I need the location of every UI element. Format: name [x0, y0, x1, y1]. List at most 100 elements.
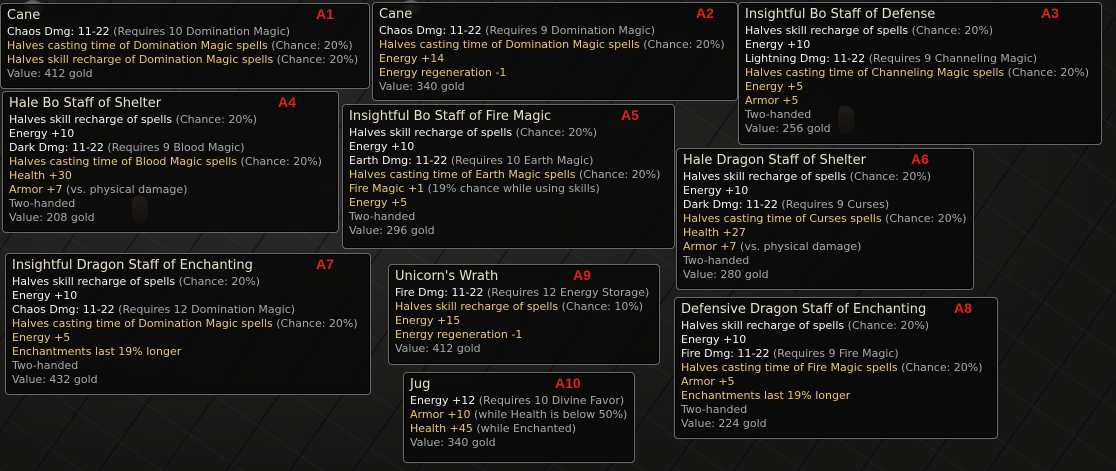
stat-text: Dark Dmg: 11-22 [683, 198, 778, 211]
stat-note: (Chance: 20%) [846, 170, 932, 183]
item-stat-line: Armor +5 [681, 375, 991, 389]
item-stat-line: Halves casting time of Blood Magic spell… [9, 155, 332, 169]
item-stat-line: Energy +5 [349, 196, 668, 210]
stat-text: Energy +14 [379, 52, 445, 65]
item-stat-line: Value: 256 gold [745, 122, 1095, 136]
stat-text: Chaos Dmg: 11-22 [12, 303, 115, 316]
stat-text: Halves skill recharge of spells [683, 170, 847, 183]
stat-note: (19% chance while using skills) [424, 182, 600, 195]
item-stat-line: Two-handed [349, 210, 668, 224]
stat-text: Armor +7 [9, 183, 63, 196]
stat-text: Energy +5 [745, 80, 804, 93]
stat-text: Halves casting time of Curses spells [683, 212, 882, 225]
stat-note: (vs. physical damage) [62, 183, 188, 196]
item-stat-line: Two-handed [12, 359, 364, 373]
item-stat-line: Chaos Dmg: 11-22 (Requires 9 Domination … [379, 24, 731, 38]
stat-text: Earth Dmg: 11-22 [349, 154, 448, 167]
stat-text: Energy +10 [9, 127, 75, 140]
item-stat-line: Two-handed [9, 197, 332, 211]
stat-text: Halves skill recharge of spells [12, 275, 176, 288]
item-label-tag: A8 [954, 300, 972, 316]
stat-text: Energy +12 [410, 394, 476, 407]
item-title: Cane [7, 8, 41, 23]
stat-text: Energy regeneration -1 [395, 328, 523, 341]
item-stat-line: Energy +10 [745, 38, 1095, 52]
stat-text: Energy +10 [745, 38, 811, 51]
stat-text: Halves skill recharge of spells [349, 126, 513, 139]
stat-text: Halves casting time of Domination Magic … [379, 38, 640, 51]
stat-text: Armor +10 [410, 408, 471, 421]
stat-text: Fire Magic +1 [349, 182, 425, 195]
stat-text: Two-handed [9, 197, 76, 210]
stat-text: Armor +5 [681, 375, 735, 388]
stat-text: Value: 412 gold [7, 67, 93, 80]
item-stat-line: Energy +14 [379, 52, 731, 66]
item-stat-line: Halves skill recharge of spells (Chance:… [12, 275, 364, 289]
stat-text: Halves casting time of Domination Magic … [7, 39, 268, 52]
stat-text: Enchantments last 19% longer [12, 345, 182, 358]
item-stat-line: Chaos Dmg: 11-22 (Requires 12 Domination… [12, 303, 364, 317]
item-stat-line: Value: 412 gold [395, 342, 653, 356]
stat-text: Energy +15 [395, 314, 461, 327]
item-stat-line: Value: 340 gold [379, 80, 731, 94]
stat-note: (Requires 10 Divine Favor) [475, 394, 625, 407]
item-stat-line: Halves skill recharge of spells (Chance:… [395, 300, 653, 314]
stat-note: (vs. physical damage) [736, 240, 862, 253]
stat-text: Halves skill recharge of Domination Magi… [7, 53, 274, 66]
stat-note: (Chance: 20%) [512, 126, 598, 139]
stat-text: Dark Dmg: 11-22 [9, 141, 104, 154]
item-stat-line: Energy +10 [9, 127, 332, 141]
stat-note: (Chance: 20%) [237, 155, 322, 168]
item-label-tag: A5 [621, 107, 639, 123]
item-stat-line: Energy +5 [745, 80, 1095, 94]
item-stat-line: Two-handed [745, 108, 1095, 122]
stat-note: (Requires 12 Energy Storage) [483, 286, 650, 299]
stat-text: Halves casting time of Blood Magic spell… [9, 155, 238, 168]
item-stat-line: Value: 208 gold [9, 211, 332, 225]
item-stat-line: Energy +10 [681, 333, 991, 347]
item-stat-line: Halves skill recharge of Domination Magi… [7, 53, 363, 67]
item-tooltip-a5: Insightful Bo Staff of Fire Magic A5 Halve… [342, 104, 675, 249]
stat-text: Value: 224 gold [681, 417, 767, 430]
item-stat-line: Energy +10 [683, 184, 967, 198]
stat-text: Two-handed [745, 108, 812, 121]
item-tooltip-a7: Insightful Dragon Staff of Enchanting A7 H… [5, 253, 371, 395]
item-stat-line: Two-handed [681, 403, 991, 417]
item-stat-line: Halves casting time of Curses spells (Ch… [683, 212, 967, 226]
item-stat-line: Energy +15 [395, 314, 653, 328]
stat-text: Fire Dmg: 11-22 [395, 286, 484, 299]
item-stat-line: Halves casting time of Fire Magic spells… [681, 361, 991, 375]
item-stat-line: Energy +10 [349, 140, 668, 154]
item-title: Unicorn's Wrath [395, 269, 499, 284]
stat-text: Two-handed [12, 359, 79, 372]
stat-text: Halves casting time of Domination Magic … [12, 317, 273, 330]
stat-text: Lightning Dmg: 11-22 [745, 52, 866, 65]
item-stat-line: Halves skill recharge of spells (Chance:… [681, 319, 991, 333]
stat-note: (Chance: 20%) [844, 319, 930, 332]
item-stat-line: Halves skill recharge of spells (Chance:… [9, 113, 332, 127]
stat-note: (Requires 10 Domination Magic) [109, 25, 291, 38]
item-stat-line: Energy +5 [12, 331, 364, 345]
item-stat-line: Dark Dmg: 11-22 (Requires 9 Blood Magic) [9, 141, 332, 155]
item-stat-line: Halves casting time of Channeling Magic … [745, 66, 1095, 80]
item-stat-line: Fire Magic +1 (19% chance while using sk… [349, 182, 668, 196]
stat-text: Energy +5 [12, 331, 71, 344]
item-stat-line: Armor +7 (vs. physical damage) [683, 240, 967, 254]
item-stat-line: Halves skill recharge of spells (Chance:… [745, 24, 1095, 38]
stat-note: (Chance: 20%) [575, 168, 661, 181]
stat-text: Chaos Dmg: 11-22 [379, 24, 482, 37]
stat-note: (Chance: 20%) [908, 24, 994, 37]
item-stat-line: Energy +12 (Requires 10 Divine Favor) [410, 394, 628, 408]
stat-text: Fire Dmg: 11-22 [681, 347, 770, 360]
item-stat-line: Two-handed [683, 254, 967, 268]
item-stat-line: Lightning Dmg: 11-22 (Requires 9 Channel… [745, 52, 1095, 66]
stat-text: Value: 280 gold [683, 268, 769, 281]
item-label-tag: A9 [573, 267, 591, 283]
item-label-tag: A1 [316, 6, 334, 22]
item-stat-line: Armor +10 (while Health is below 50%) [410, 408, 628, 422]
item-stat-line: Halves casting time of Domination Magic … [7, 39, 363, 53]
stat-note: (Chance: 20%) [273, 53, 359, 66]
stat-text: Health +27 [683, 226, 746, 239]
stat-text: Value: 256 gold [745, 122, 831, 135]
stat-text: Value: 340 gold [410, 436, 496, 449]
